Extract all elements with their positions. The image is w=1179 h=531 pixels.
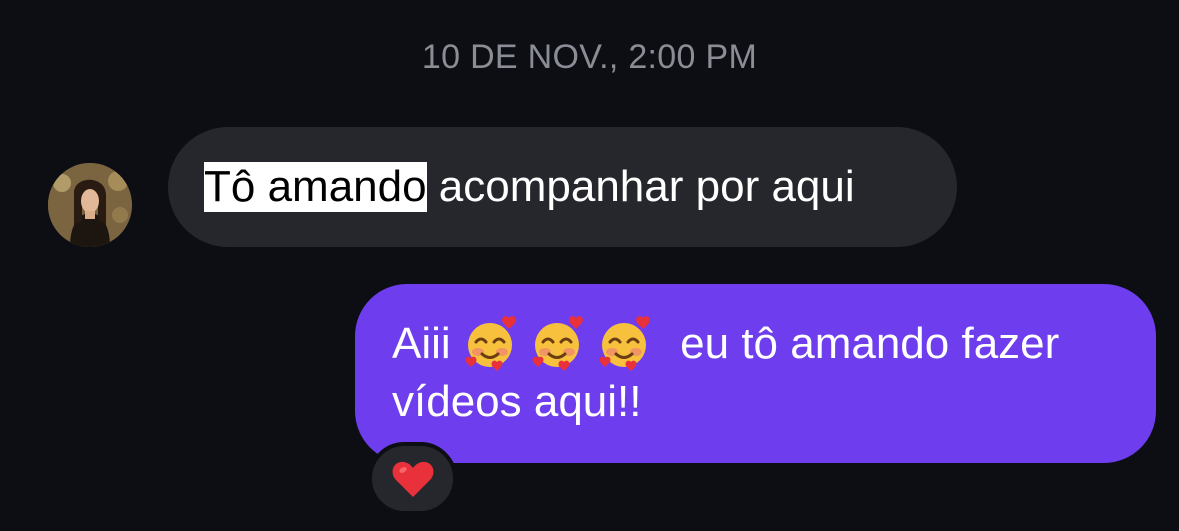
smiling-face-with-hearts-icon [465, 316, 516, 371]
sender-avatar[interactable] [48, 163, 132, 247]
outgoing-message-bubble[interactable]: Aiii eu tô amando fazer vídeos aqui!! [355, 284, 1156, 463]
red-heart-icon [392, 461, 433, 497]
incoming-message-bubble[interactable]: Tô amando acompanhar por aqui [168, 127, 957, 247]
smiling-face-with-hearts-icon [532, 316, 583, 371]
message-reaction[interactable] [368, 442, 457, 515]
highlighted-text: Tô amando [204, 162, 427, 212]
outgoing-text-start: Aiii [392, 319, 451, 368]
message-timestamp: 10 DE NOV., 2:00 PM [421, 38, 758, 76]
incoming-message-text: acompanhar por aqui [426, 162, 855, 211]
avatar-photo-icon [48, 163, 132, 247]
smiling-face-with-hearts-icon [599, 316, 650, 371]
